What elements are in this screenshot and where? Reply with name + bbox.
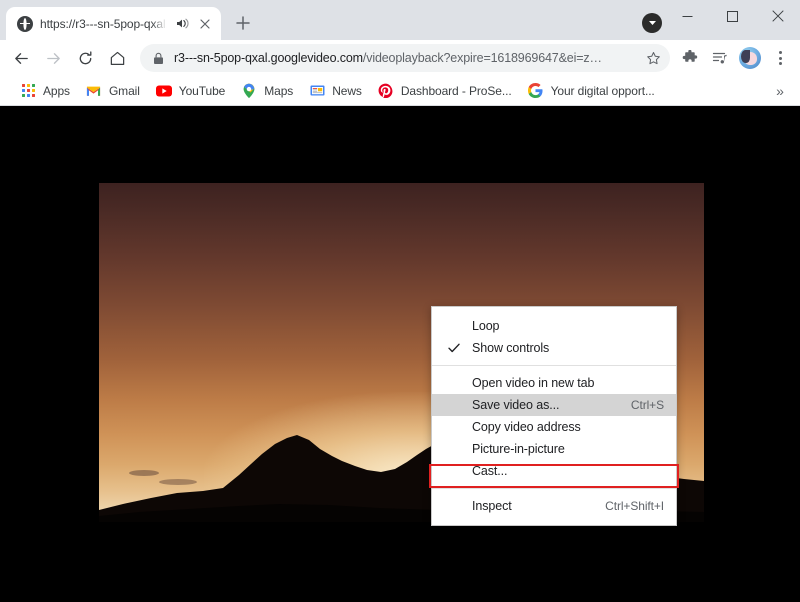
bookmark-label: News <box>332 84 362 98</box>
browser-tab[interactable]: https://r3---sn-5pop-qxal.go <box>6 7 221 40</box>
context-menu-section: Loop Show controls <box>432 312 676 362</box>
menu-item-loop[interactable]: Loop <box>432 315 676 337</box>
bookmarks-overflow-button[interactable]: » <box>770 81 790 101</box>
menu-item-label: Copy video address <box>472 420 581 434</box>
browser-toolbar: r3---sn-5pop-qxal.googlevideo.com/videop… <box>0 40 800 76</box>
bookmark-label: Apps <box>43 84 70 98</box>
bookmarks-bar: Apps Gmail YouTube <box>0 76 800 106</box>
menu-item-shortcut: Ctrl+S <box>613 398 664 412</box>
menu-item-show-controls[interactable]: Show controls <box>432 337 676 359</box>
globe-icon <box>17 16 33 32</box>
bookmark-news[interactable]: News <box>301 80 370 102</box>
menu-item-copy-video-address[interactable]: Copy video address <box>432 416 676 438</box>
menu-item-save-video-as[interactable]: Save video as... Ctrl+S <box>432 394 676 416</box>
bookmark-label: Maps <box>264 84 293 98</box>
menu-item-label: Picture-in-picture <box>472 442 565 456</box>
minimize-button[interactable] <box>665 0 710 32</box>
menu-item-shortcut: Ctrl+Shift+I <box>587 499 664 513</box>
window-controls <box>665 0 800 32</box>
bookmark-maps[interactable]: Maps <box>233 80 301 102</box>
star-icon[interactable] <box>640 45 666 71</box>
bookmark-your-digital-opportunity[interactable]: Your digital opport... <box>520 80 663 102</box>
puzzle-piece-icon[interactable] <box>676 44 704 72</box>
menu-item-label: Loop <box>472 319 499 333</box>
menu-item-label: Show controls <box>472 341 549 355</box>
bookmark-label: YouTube <box>179 84 225 98</box>
page-content: Loop Show controls Open video in new tab <box>0 106 800 602</box>
new-tab-button[interactable] <box>229 9 257 37</box>
kebab-dots <box>768 46 792 70</box>
context-menu-section: Inspect Ctrl+Shift+I <box>432 492 676 520</box>
bookmark-gmail[interactable]: Gmail <box>78 80 148 102</box>
apps-grid-icon <box>20 83 36 99</box>
tab-title: https://r3---sn-5pop-qxal.go <box>40 17 167 31</box>
menu-item-picture-in-picture[interactable]: Picture-in-picture <box>432 438 676 460</box>
menu-item-label: Cast... <box>472 464 507 478</box>
video-context-menu[interactable]: Loop Show controls Open video in new tab <box>431 306 677 526</box>
media-playlist-icon[interactable] <box>706 44 734 72</box>
url-path: /videoplayback?expire=1618969647&ei=z… <box>363 51 602 65</box>
bookmark-dashboard[interactable]: Dashboard - ProSe... <box>370 80 520 102</box>
profile-avatar[interactable] <box>736 44 764 72</box>
menu-item-open-video-in-new-tab[interactable]: Open video in new tab <box>432 372 676 394</box>
bookmark-label: Dashboard - ProSe... <box>401 84 512 98</box>
close-button[interactable] <box>755 0 800 32</box>
bookmark-label: Your digital opport... <box>551 84 655 98</box>
lock-icon <box>153 51 165 65</box>
menu-separator <box>432 488 676 489</box>
menu-item-label: Save video as... <box>472 398 559 412</box>
google-news-icon <box>309 83 325 99</box>
maximize-button[interactable] <box>710 0 755 32</box>
menu-separator <box>432 365 676 366</box>
gmail-icon <box>86 83 102 99</box>
context-menu-section: Open video in new tab Save video as... C… <box>432 369 676 485</box>
menu-item-label: Open video in new tab <box>472 376 594 390</box>
menu-item-label: Inspect <box>472 499 512 513</box>
tab-strip: https://r3---sn-5pop-qxal.go <box>0 0 800 40</box>
forward-arrow-icon[interactable] <box>38 43 68 73</box>
bookmark-youtube[interactable]: YouTube <box>148 80 233 102</box>
menu-item-cast[interactable]: Cast... <box>432 460 676 482</box>
back-arrow-icon[interactable] <box>6 43 36 73</box>
google-g-icon <box>528 83 544 99</box>
pinterest-icon <box>378 83 394 99</box>
address-bar[interactable]: r3---sn-5pop-qxal.googlevideo.com/videop… <box>140 44 670 72</box>
bookmark-label: Gmail <box>109 84 140 98</box>
youtube-icon <box>156 83 172 99</box>
kebab-menu-icon[interactable] <box>766 44 794 72</box>
home-icon[interactable] <box>102 43 132 73</box>
menu-item-inspect[interactable]: Inspect Ctrl+Shift+I <box>432 495 676 517</box>
maps-pin-icon <box>241 83 257 99</box>
bookmark-apps[interactable]: Apps <box>12 80 78 102</box>
url-host: r3---sn-5pop-qxal.googlevideo.com <box>174 51 363 65</box>
download-icon[interactable] <box>642 13 662 33</box>
reload-icon[interactable] <box>70 43 100 73</box>
browser-window: https://r3---sn-5pop-qxal.go <box>0 0 800 602</box>
close-icon[interactable] <box>197 16 213 32</box>
address-bar-text[interactable]: r3---sn-5pop-qxal.googlevideo.com/videop… <box>174 51 631 65</box>
checkmark-icon <box>448 342 460 354</box>
speaker-playing-icon[interactable] <box>174 16 190 32</box>
avatar <box>739 47 761 69</box>
